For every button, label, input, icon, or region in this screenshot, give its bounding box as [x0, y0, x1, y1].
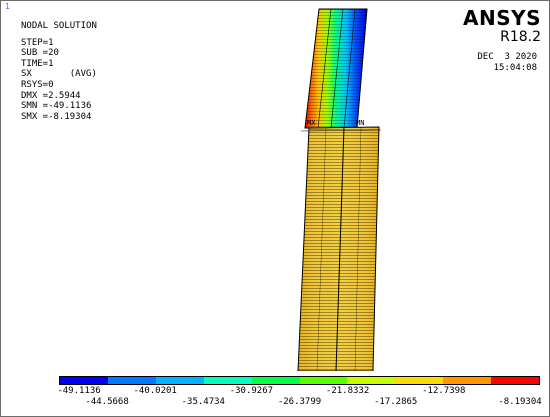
legend-tick-label: -35.4734	[181, 397, 225, 407]
legend-swatch	[491, 377, 540, 384]
legend-tick-label: -30.9267	[229, 386, 274, 396]
legend-swatch	[299, 377, 348, 384]
mx-node-label: MX	[307, 119, 316, 127]
graphics-viewport[interactable]: 1 NODAL SOLUTION STEP=1 SUB =20 TIME=1 S…	[0, 0, 550, 417]
legend-swatch	[395, 377, 444, 384]
lower-block	[297, 126, 382, 371]
legend-tick-label: -26.3799	[277, 397, 322, 407]
legend-swatch	[107, 377, 156, 384]
legend-swatch	[251, 377, 300, 384]
legend-tick-label: -21.8332	[325, 386, 370, 396]
legend-tick-label: -8.19304	[498, 397, 542, 407]
legend-swatch	[347, 377, 396, 384]
legend-swatch	[60, 377, 108, 384]
legend-swatch	[203, 377, 252, 384]
contour-plot: MX MN	[297, 8, 382, 371]
upper-column	[304, 8, 368, 129]
legend-swatch	[155, 377, 204, 384]
legend-color-bar	[59, 376, 540, 385]
legend-tick-label: -44.5668	[85, 397, 129, 407]
legend-tick-label: -49.1136	[57, 386, 101, 396]
mn-node-label: MN	[356, 119, 364, 127]
legend-tick-label: -12.7398	[422, 386, 466, 396]
legend-tick-label: -40.0201	[133, 386, 177, 396]
legend-tick-label: -17.2865	[374, 397, 418, 407]
legend-swatch	[443, 377, 492, 384]
